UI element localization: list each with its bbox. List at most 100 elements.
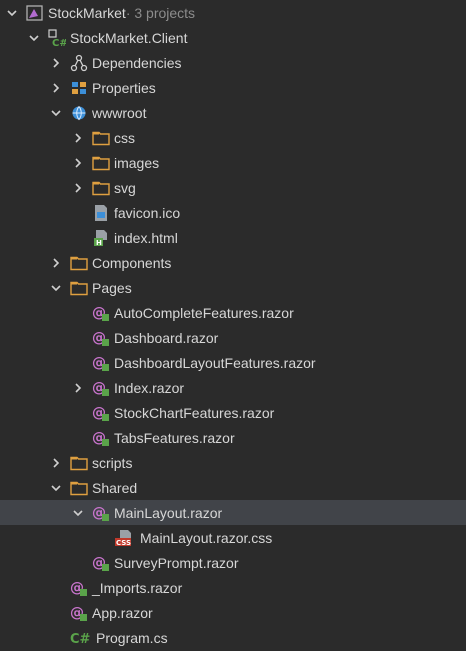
razor-file-icon: @ <box>92 329 110 347</box>
tree-item-label: SurveyPrompt.razor <box>114 554 239 571</box>
chevron-right-icon[interactable] <box>72 175 84 200</box>
tree-item-properties[interactable]: Properties <box>0 75 466 100</box>
tree-item-label: Components <box>92 254 172 271</box>
folder-icon <box>70 279 88 297</box>
tree-item-label: StockMarket <box>48 4 126 21</box>
tree-item-label: AutoCompleteFeatures.razor <box>114 304 294 321</box>
tree-item-label: MainLayout.razor <box>114 504 223 521</box>
chevron-placeholder <box>72 550 84 575</box>
tree-item-dependencies[interactable]: Dependencies <box>0 50 466 75</box>
tree-item-label: Index.razor <box>114 379 185 396</box>
razor-file-icon: @ <box>92 429 110 447</box>
chevron-placeholder <box>72 425 84 450</box>
solution-explorer-tree: StockMarket · 3 projects C# StockMarket.Cl… <box>0 0 466 651</box>
csharp-project-icon: C# <box>48 28 66 47</box>
chevron-right-icon[interactable] <box>72 150 84 175</box>
tree-item-wwwroot[interactable]: wwwroot <box>0 100 466 125</box>
chevron-placeholder <box>72 325 84 350</box>
image-file-icon <box>92 204 110 222</box>
tree-item-program-cs[interactable]: C# Program.cs <box>0 625 466 650</box>
dependencies-icon <box>70 54 88 72</box>
tree-item-pages[interactable]: Pages <box>0 275 466 300</box>
tree-item-label: Properties <box>92 79 156 96</box>
tree-item-label: Program.cs <box>96 629 168 646</box>
svg-text:C#: C# <box>52 38 66 47</box>
chevron-right-icon[interactable] <box>50 450 62 475</box>
tree-item-label: Pages <box>92 279 132 296</box>
svg-text:C#: C# <box>70 632 91 647</box>
tree-item-label: Dependencies <box>92 54 182 71</box>
solution-icon <box>26 4 44 22</box>
chevron-placeholder <box>94 525 106 550</box>
chevron-down-icon[interactable] <box>28 25 40 50</box>
html-file-icon: H <box>92 229 110 247</box>
razor-file-icon: @ <box>92 379 110 397</box>
tree-item-mainlayout-razor[interactable]: @ MainLayout.razor <box>0 500 466 525</box>
folder-icon <box>70 254 88 272</box>
tree-item-label: Shared <box>92 479 138 496</box>
properties-icon <box>70 79 88 97</box>
chevron-down-icon[interactable] <box>50 475 62 500</box>
chevron-right-icon[interactable] <box>72 375 84 400</box>
chevron-placeholder <box>50 600 62 625</box>
tree-item-images[interactable]: images <box>0 150 466 175</box>
tree-item-surveyprompt-razor[interactable]: @ SurveyPrompt.razor <box>0 550 466 575</box>
tree-item-stockmarket[interactable]: StockMarket · 3 projects <box>0 0 466 25</box>
razor-file-icon: @ <box>92 504 110 522</box>
chevron-right-icon[interactable] <box>72 125 84 150</box>
tree-item-index-html[interactable]: Hindex.html <box>0 225 466 250</box>
chevron-placeholder <box>72 200 84 225</box>
tree-item-label: scripts <box>92 454 133 471</box>
csharp-file-icon: C# <box>70 629 92 647</box>
chevron-placeholder <box>50 575 62 600</box>
tree-item-label: TabsFeatures.razor <box>114 429 235 446</box>
razor-file-icon: @ <box>92 554 110 572</box>
tree-item-svg[interactable]: svg <box>0 175 466 200</box>
tree-item-stockchartfeatures-razor[interactable]: @ StockChartFeatures.razor <box>0 400 466 425</box>
chevron-down-icon[interactable] <box>50 100 62 125</box>
svg-text:CSS: CSS <box>116 539 131 547</box>
chevron-down-icon[interactable] <box>50 275 62 300</box>
razor-file-icon: @ <box>92 304 110 322</box>
css-file-icon: CSS <box>114 529 136 547</box>
tree-item-label: svg <box>114 179 136 196</box>
chevron-right-icon[interactable] <box>50 50 62 75</box>
folder-icon <box>92 179 110 197</box>
chevron-down-icon[interactable] <box>72 500 84 525</box>
tree-item-label: StockChartFeatures.razor <box>114 404 275 421</box>
tree-item-shared[interactable]: Shared <box>0 475 466 500</box>
tree-item-label: DashboardLayoutFeatures.razor <box>114 354 316 371</box>
chevron-placeholder <box>72 225 84 250</box>
tree-item-app-razor[interactable]: @ App.razor <box>0 600 466 625</box>
tree-item-label: css <box>114 129 135 146</box>
chevron-right-icon[interactable] <box>50 75 62 100</box>
chevron-placeholder <box>50 625 62 650</box>
tree-item-dashboard-razor[interactable]: @ Dashboard.razor <box>0 325 466 350</box>
tree-item-stockmarket-client[interactable]: C# StockMarket.Client <box>0 25 466 50</box>
tree-item-label: Dashboard.razor <box>114 329 219 346</box>
tree-item-label: images <box>114 154 160 171</box>
tree-item-tabsfeatures-razor[interactable]: @ TabsFeatures.razor <box>0 425 466 450</box>
razor-file-icon: @ <box>70 604 88 622</box>
tree-item-css[interactable]: css <box>0 125 466 150</box>
razor-file-icon: @ <box>92 404 110 422</box>
tree-item-components[interactable]: Components <box>0 250 466 275</box>
project-count: · 3 projects <box>125 4 196 21</box>
tree-item-autocompletefeatures-razor[interactable]: @ AutoCompleteFeatures.razor <box>0 300 466 325</box>
svg-text:H: H <box>96 239 102 247</box>
folder-icon <box>70 454 88 472</box>
tree-item-imports-razor[interactable]: @ _Imports.razor <box>0 575 466 600</box>
razor-file-icon: @ <box>92 354 110 372</box>
tree-item-index-razor[interactable]: @ Index.razor <box>0 375 466 400</box>
globe-icon <box>70 104 88 122</box>
tree-item-label: MainLayout.razor.css <box>140 529 273 546</box>
tree-item-label: _Imports.razor <box>92 579 183 596</box>
tree-item-mainlayout-razor-css[interactable]: CSS MainLayout.razor.css <box>0 525 466 550</box>
chevron-down-icon[interactable] <box>6 0 18 25</box>
razor-file-icon: @ <box>70 579 88 597</box>
folder-icon <box>70 479 88 497</box>
chevron-right-icon[interactable] <box>50 250 62 275</box>
tree-item-favicon-ico[interactable]: favicon.ico <box>0 200 466 225</box>
tree-item-dashboardlayoutfeatures-razor[interactable]: @ DashboardLayoutFeatures.razor <box>0 350 466 375</box>
tree-item-scripts[interactable]: scripts <box>0 450 466 475</box>
